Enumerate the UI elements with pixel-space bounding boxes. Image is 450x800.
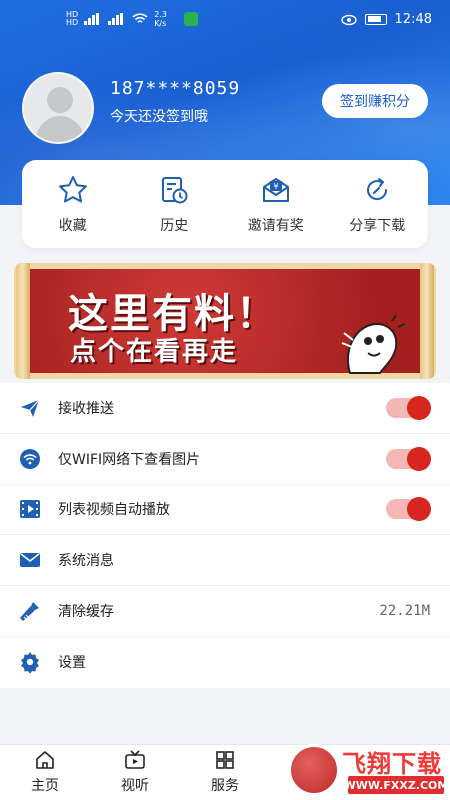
avatar-head-shape	[47, 87, 73, 113]
setting-label: 列表视频自动播放	[58, 502, 170, 519]
watermark-url: WWW.FXXZ.COM	[344, 776, 448, 794]
battery-icon	[364, 14, 387, 25]
mascot-illustration	[341, 314, 406, 374]
banner-subline: 点个在看再走	[70, 337, 239, 367]
wechat-notify-icon	[184, 12, 199, 26]
quick-favorites-label: 收藏	[58, 218, 87, 234]
quick-actions-card: 收藏 历史 ¥ 邀请有奖 分享下载	[22, 160, 428, 248]
signal-2-icon	[108, 13, 126, 25]
clock: 12:48	[394, 12, 432, 27]
send-icon	[21, 399, 40, 417]
setting-settings[interactable]: 设置	[0, 637, 450, 688]
gear-icon	[21, 652, 39, 674]
user-phone: 187****8059	[110, 78, 241, 99]
star-icon	[58, 176, 87, 203]
toggle-knob	[407, 446, 431, 471]
history-icon	[162, 177, 188, 204]
nav-media-label: 视听	[121, 778, 149, 794]
setting-clear-cache[interactable]: 清除缓存 22.21M	[0, 586, 450, 637]
toggle-knob	[407, 395, 431, 420]
quick-favorites[interactable]: 收藏	[22, 160, 124, 248]
nav-home-label: 主页	[31, 778, 59, 794]
sign-status-text: 今天还没签到哦	[110, 109, 208, 125]
signal-1-icon	[84, 13, 102, 25]
autoplay-toggle[interactable]	[386, 497, 431, 522]
setting-label: 设置	[58, 655, 86, 672]
watermark-brand: 飞翔下载	[342, 750, 442, 778]
push-toggle[interactable]	[386, 395, 431, 420]
status-left: HD HD 2.3 K/s	[66, 10, 199, 28]
setting-autoplay-video[interactable]: 列表视频自动播放	[0, 485, 450, 536]
avatar[interactable]	[22, 72, 94, 144]
setting-label: 系统消息	[58, 553, 114, 570]
banner-scroll-left	[16, 263, 30, 379]
nav-services-label: 服务	[211, 778, 239, 794]
net-speed: 2.3 K/s	[154, 10, 167, 28]
site-watermark: 飞翔下载 WWW.FXXZ.COM	[282, 742, 450, 800]
setting-label: 仅WIFI网络下查看图片	[58, 451, 201, 468]
setting-wifi-images[interactable]: 仅WIFI网络下查看图片	[0, 434, 450, 485]
quick-share-label: 分享下载	[349, 218, 406, 234]
wifi-toggle[interactable]	[386, 446, 431, 471]
cache-size: 22.21M	[379, 603, 430, 620]
quick-invite-label: 邀请有奖	[247, 218, 304, 234]
nav-media[interactable]: 视听	[95, 749, 175, 795]
setting-system-messages[interactable]: 系统消息	[0, 535, 450, 587]
grid-icon	[216, 751, 234, 769]
hd-signal-icon: HD HD	[66, 10, 79, 27]
wifi-icon	[20, 448, 40, 469]
quick-invite[interactable]: ¥ 邀请有奖	[225, 160, 327, 248]
status-bar: HD HD 2.3 K/s 12:48	[0, 0, 450, 40]
promo-banner[interactable]: 这里有料！ 点个在看再走	[14, 263, 436, 379]
tv-icon	[125, 750, 145, 769]
watermark-logo-icon	[288, 744, 340, 796]
setting-label: 清除缓存	[58, 604, 114, 621]
banner-scroll-right	[420, 263, 434, 379]
toggle-knob	[407, 497, 431, 522]
broom-icon	[20, 602, 39, 622]
nav-services[interactable]: 服务	[185, 749, 265, 795]
invite-gift-icon: ¥	[262, 178, 289, 202]
home-icon	[36, 751, 54, 769]
quick-share[interactable]: 分享下载	[327, 160, 429, 248]
share-icon	[367, 178, 388, 201]
mail-icon	[20, 553, 40, 568]
settings-list: 接收推送 仅WIFI网络下查看图片 列表视频自动播放 系统消息 清除缓存 22.…	[0, 383, 450, 688]
quick-history-label: 历史	[160, 218, 189, 234]
wifi-status-icon	[132, 13, 148, 23]
quick-history[interactable]: 历史	[124, 160, 226, 248]
setting-label: 接收推送	[58, 400, 114, 417]
nav-home[interactable]: 主页	[5, 749, 85, 795]
checkin-button[interactable]: 签到赚积分	[322, 84, 428, 118]
status-right: 12:48	[340, 12, 432, 27]
setting-receive-push[interactable]: 接收推送	[0, 383, 450, 434]
avatar-body-shape	[36, 116, 84, 142]
svg-text:¥: ¥	[273, 182, 278, 191]
eye-icon	[340, 14, 357, 25]
video-icon	[20, 500, 40, 519]
